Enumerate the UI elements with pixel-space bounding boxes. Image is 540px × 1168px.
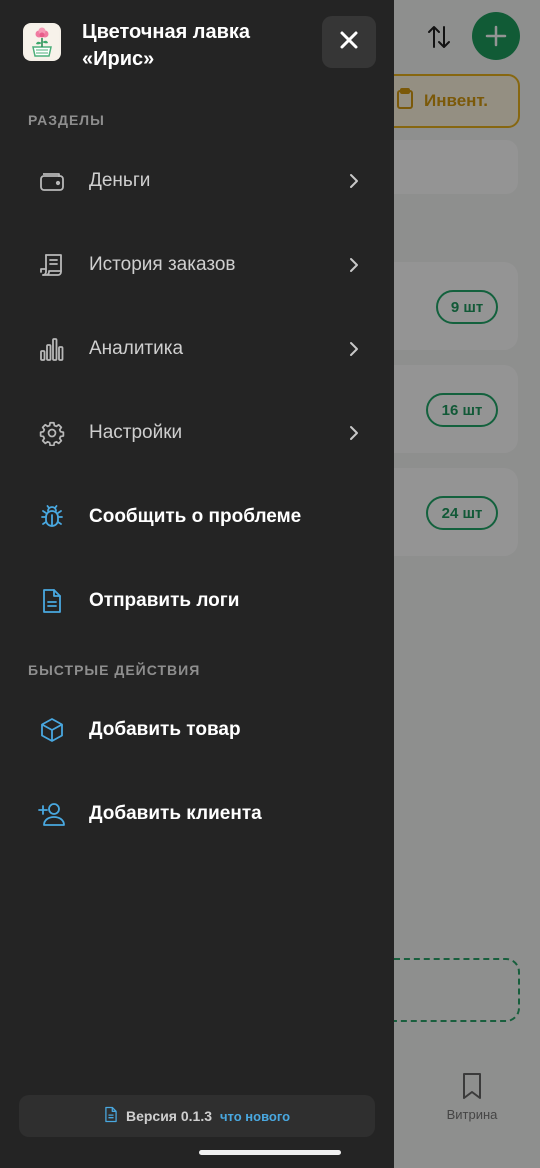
chevron-right-icon xyxy=(346,341,362,357)
menu-item-order-history[interactable]: История заказов xyxy=(0,230,394,300)
receipt-icon xyxy=(38,251,66,279)
gear-icon xyxy=(38,419,66,447)
close-drawer-button[interactable] xyxy=(322,16,376,68)
chevron-right-icon xyxy=(346,257,362,273)
menu-item-label: Добавить товар xyxy=(89,719,241,740)
document-icon xyxy=(38,587,66,615)
bug-icon xyxy=(38,503,66,531)
chevron-right-icon xyxy=(346,173,362,189)
section-label-sections: РАЗДЕЛЫ xyxy=(28,112,105,128)
menu-item-label: История заказов xyxy=(89,254,236,275)
wallet-icon xyxy=(38,167,66,195)
close-icon xyxy=(339,30,359,55)
navigation-drawer: Цветочная лавка «Ирис» РАЗДЕЛЫ Деньги Ис… xyxy=(0,0,394,1168)
menu-item-label: Деньги xyxy=(89,170,151,191)
app-title: Цветочная лавка «Ирис» xyxy=(82,21,251,70)
menu-item-analytics[interactable]: Аналитика xyxy=(0,314,394,384)
quick-action-add-client[interactable]: Добавить клиента xyxy=(0,779,394,849)
menu-item-label: Отправить логи xyxy=(89,590,240,611)
whats-new-link[interactable]: что нового xyxy=(220,1109,290,1124)
app-logo-icon xyxy=(23,23,61,61)
menu-item-label: Настройки xyxy=(89,422,183,443)
version-text: Версия 0.1.3 xyxy=(125,1108,212,1124)
menu-item-label: Аналитика xyxy=(89,338,184,359)
document-icon xyxy=(104,1106,118,1126)
version-bar: Версия 0.1.3 что нового xyxy=(19,1095,375,1137)
home-indicator[interactable] xyxy=(199,1150,341,1155)
box-icon xyxy=(38,716,66,744)
drawer-header: Цветочная лавка «Ирис» xyxy=(0,0,394,90)
menu-item-label: Добавить клиента xyxy=(89,803,262,824)
bar-chart-icon xyxy=(38,335,66,363)
chevron-right-icon xyxy=(346,425,362,441)
section-label-quick-actions: БЫСТРЫЕ ДЕЙСТВИЯ xyxy=(28,662,201,678)
menu-item-money[interactable]: Деньги xyxy=(0,146,394,216)
menu-item-settings[interactable]: Настройки xyxy=(0,398,394,468)
menu-item-label: Сообщить о проблеме xyxy=(89,506,302,527)
menu-item-report-problem[interactable]: Сообщить о проблеме xyxy=(0,482,394,552)
quick-action-add-product[interactable]: Добавить товар xyxy=(0,695,394,765)
add-user-icon xyxy=(38,800,66,828)
menu-item-send-logs[interactable]: Отправить логи xyxy=(0,566,394,636)
